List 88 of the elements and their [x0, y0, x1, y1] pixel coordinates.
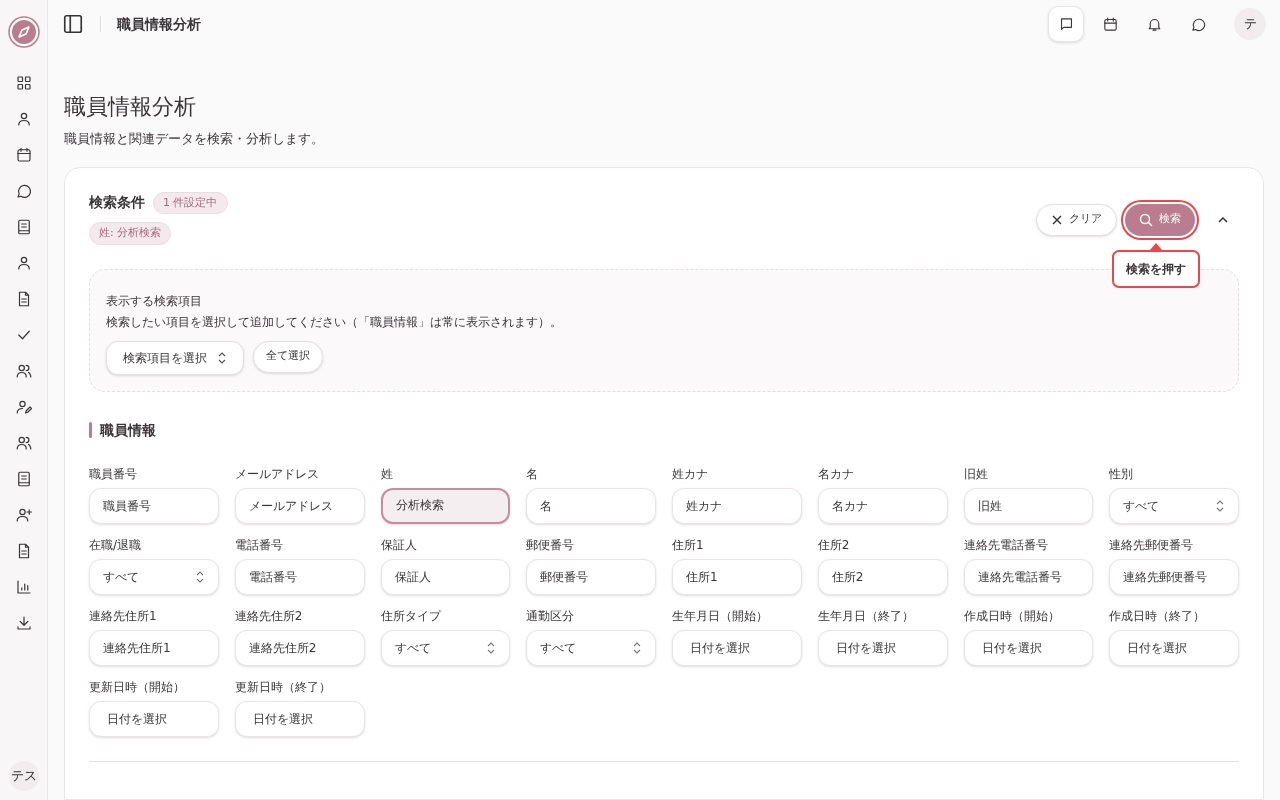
field-label: 作成日時（開始） [963, 607, 1061, 625]
logo-icon[interactable] [7, 16, 40, 48]
add-user-icon[interactable] [14, 506, 33, 524]
field-label: メールアドレス [234, 465, 320, 483]
dropdown-select[interactable]: すべて [380, 629, 511, 666]
field-label: 作成日時（終了） [1109, 607, 1207, 625]
field-label: 名 [526, 465, 540, 483]
calendar-icon[interactable] [14, 146, 33, 164]
text-field[interactable]: 職員番号 [89, 487, 219, 524]
date-picker[interactable]: 日付を選択 [817, 629, 948, 666]
field-label: 連絡先電話番号 [963, 536, 1049, 554]
field-label: 連絡先住所2 [234, 607, 304, 625]
text-field[interactable]: メールアドレス [234, 487, 365, 524]
date-picker[interactable]: 日付を選択 [234, 700, 365, 737]
text-field[interactable]: 住所1 [672, 558, 802, 595]
chevron-updown-icon [632, 640, 642, 655]
user-edit-icon[interactable] [14, 398, 33, 416]
dropdown-select[interactable]: すべて [89, 558, 219, 595]
field-label: 郵便番号 [526, 536, 576, 554]
chevron-updown-icon [486, 640, 497, 655]
picker-title: 表示する検索項目 [106, 292, 203, 310]
text-field[interactable]: 連絡先郵便番号 [1109, 558, 1239, 595]
download-icon[interactable] [14, 614, 33, 632]
field-select[interactable]: 検索項目を選択 [106, 340, 244, 375]
field-label: 連絡先住所1 [89, 607, 158, 625]
dropdown-select[interactable]: すべて [526, 629, 656, 666]
text-field[interactable]: 旧姓 [963, 487, 1094, 524]
text-field[interactable]: 分析検索 [380, 487, 511, 524]
field-label: 生年月日（終了） [817, 607, 915, 625]
bar-chart-icon[interactable] [14, 578, 33, 596]
select-all-button[interactable]: 全て選択 [253, 340, 323, 373]
text-field[interactable]: 住所2 [817, 558, 948, 595]
date-picker[interactable]: 日付を選択 [89, 700, 219, 737]
text-field[interactable]: 連絡先住所1 [89, 629, 219, 666]
text-field[interactable]: 名カナ [817, 487, 948, 524]
field-label: 通勤区分 [526, 607, 576, 625]
header-title: 職員情報分析 [117, 14, 201, 34]
calendar-icon [1101, 15, 1119, 33]
field-label: 性別 [1109, 465, 1135, 483]
filter-chip: 姓: 分析検索 [89, 222, 172, 245]
callout-tooltip: 検索を押す [1112, 242, 1200, 288]
field-label: 連絡先郵便番号 [1109, 536, 1195, 554]
section-heading: 職員情報 [100, 420, 156, 440]
text-field[interactable]: 連絡先電話番号 [963, 558, 1094, 595]
field-label: 保証人 [380, 536, 418, 554]
grid-icon[interactable] [14, 74, 33, 92]
page-title: 職員情報分析 [64, 93, 197, 121]
text-field[interactable]: 郵便番号 [526, 558, 656, 595]
text-field[interactable]: 連絡先住所2 [234, 629, 365, 666]
chevron-updown-icon [1215, 498, 1225, 513]
picker-description: 検索したい項目を選択して追加してください（「職員情報」は常に表示されます）。 [106, 313, 563, 331]
date-picker[interactable]: 日付を選択 [1109, 629, 1239, 666]
user-avatar[interactable]: テス [8, 761, 39, 791]
text-field[interactable]: 姓カナ [672, 487, 802, 524]
close-icon [1051, 213, 1063, 226]
chat-button[interactable] [1048, 6, 1084, 42]
message-icon[interactable] [14, 182, 33, 200]
chevron-updown-icon [194, 569, 205, 584]
field-label: 旧姓 [963, 465, 989, 483]
dropdown-select[interactable]: すべて [1109, 487, 1239, 524]
user-avatar[interactable]: テ [1234, 8, 1266, 40]
sidebar-toggle-icon[interactable] [62, 13, 84, 35]
section-heading: 検索条件 [89, 193, 145, 213]
search-icon [1139, 212, 1153, 227]
field-label: 住所タイプ [380, 607, 443, 625]
text-field[interactable]: 電話番号 [234, 558, 365, 595]
date-picker[interactable]: 日付を選択 [963, 629, 1094, 666]
text-field[interactable]: 保証人 [380, 558, 511, 595]
field-label: 電話番号 [234, 536, 284, 554]
field-label: 名カナ [817, 465, 855, 483]
users-icon[interactable] [14, 434, 33, 452]
field-label: 職員番号 [89, 465, 138, 483]
field-label: 姓 [380, 465, 394, 483]
clear-button[interactable]: クリア [1036, 203, 1117, 236]
field-label: 更新日時（開始） [89, 678, 186, 696]
field-label: 在職/退職 [89, 536, 143, 554]
text-field[interactable]: 名 [526, 487, 656, 524]
section-accent-bar [89, 422, 92, 438]
count-badge: 1 件設定中 [153, 191, 228, 214]
field-label: 姓カナ [672, 465, 709, 483]
page-subtitle: 職員情報と関連データを検索・分析します。 [64, 130, 325, 148]
chevron-updown-icon [217, 350, 227, 365]
field-label: 生年月日（開始） [672, 607, 769, 625]
field-label: 更新日時（終了） [234, 678, 332, 696]
date-picker[interactable]: 日付を選択 [672, 629, 802, 666]
field-label: 住所1 [672, 536, 705, 554]
field-label: 住所2 [817, 536, 851, 554]
users-icon[interactable] [14, 362, 33, 380]
